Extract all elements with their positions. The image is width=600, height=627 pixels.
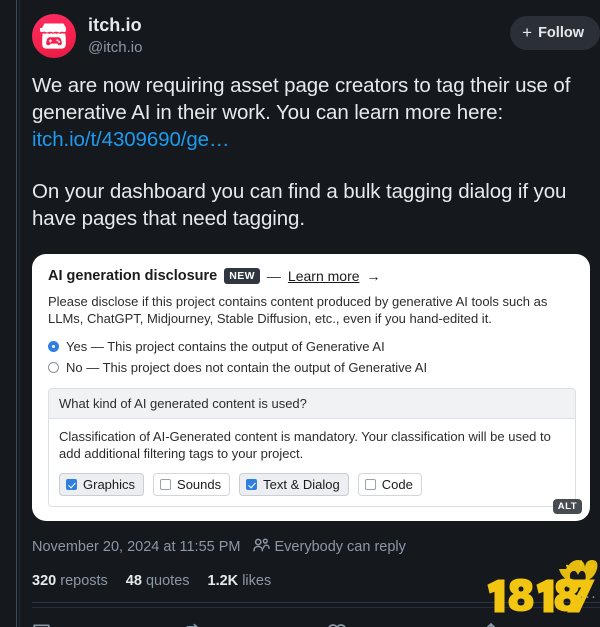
reply-scope[interactable]: Everybody can reply <box>252 538 406 556</box>
checkbox-sounds-icon[interactable] <box>160 479 172 490</box>
reposts-stat[interactable]: 320 reposts <box>32 573 108 589</box>
card-title: AI generation disclosure <box>48 268 218 284</box>
checkbox-sounds-label: Sounds <box>177 477 222 492</box>
radio-no-label: No — This project does not contain the o… <box>66 360 428 375</box>
checkbox-code-label: Code <box>381 477 413 492</box>
plus-icon: + <box>522 22 533 42</box>
ai-content-kind-checkbox-row: Graphics Sounds Text & Dialog Code <box>59 473 565 496</box>
repost-action[interactable]: 368 <box>182 623 327 627</box>
card-title-dash: — <box>266 268 281 284</box>
post-meta-row: November 20, 2024 at 11:55 PM Everybody … <box>32 538 600 556</box>
account-handle: @itch.io <box>88 39 143 56</box>
display-name: itch.io <box>88 15 142 35</box>
post-timestamp: November 20, 2024 at 11:55 PM <box>32 539 241 555</box>
comment-icon <box>32 623 51 627</box>
likes-stat[interactable]: 1.2K likes <box>208 573 272 589</box>
checkbox-text-dialog-icon[interactable] <box>246 479 258 490</box>
account-names: itch.io @itch.io <box>88 14 142 58</box>
reposts-count: 320 <box>32 573 57 589</box>
quotes-label: quotes <box>145 573 190 589</box>
radio-option-no[interactable]: No — This project does not contain the o… <box>46 360 574 375</box>
reply-action[interactable]: 49 <box>32 623 182 627</box>
quotes-count: 48 <box>125 573 142 589</box>
ai-content-kind-panel: What kind of AI generated content is use… <box>48 388 576 507</box>
engagement-stats-row: 320 reposts 48 quotes 1.2K likes <box>32 573 600 589</box>
learn-more-link[interactable]: Learn more <box>288 268 360 284</box>
post-paragraph-2: On your dashboard you can find a bulk ta… <box>32 180 567 230</box>
post-paragraph-1-text: We are now requiring asset page creators… <box>32 74 571 124</box>
embedded-image-card[interactable]: AI generation disclosure NEW — Learn mor… <box>32 254 590 521</box>
follow-button[interactable]: + Follow <box>510 16 600 50</box>
radio-yes-icon[interactable] <box>48 341 59 352</box>
post-paragraph-1: We are now requiring asset page creators… <box>32 72 600 153</box>
checkbox-code-icon[interactable] <box>364 479 376 490</box>
divider-bottom <box>32 607 600 608</box>
radio-option-yes[interactable]: Yes — This project contains the output o… <box>46 339 574 354</box>
divider-top <box>32 602 600 603</box>
left-guide-line-secondary <box>19 0 20 627</box>
radio-no-icon[interactable] <box>48 362 59 373</box>
ai-content-kind-body: Classification of AI-Generated content i… <box>49 419 575 506</box>
follow-button-label: Follow <box>538 25 584 41</box>
checkbox-graphics[interactable]: Graphics <box>59 473 145 496</box>
likes-label: likes <box>242 573 272 589</box>
checkbox-text-dialog[interactable]: Text & Dialog <box>239 473 349 496</box>
checkbox-graphics-label: Graphics <box>83 477 136 492</box>
quotes-stat[interactable]: 48 quotes <box>126 573 190 589</box>
post-link[interactable]: itch.io/t/4309690/ge… <box>32 128 229 151</box>
people-icon <box>252 538 270 556</box>
likes-count: 1.2K <box>207 573 239 589</box>
alt-badge[interactable]: ALT <box>552 499 582 514</box>
arrow-right-icon: → <box>366 268 381 284</box>
card-description: Please disclose if this project contains… <box>48 294 548 326</box>
ai-content-kind-description: Classification of AI-Generated content i… <box>59 429 551 461</box>
share-icon <box>481 622 501 627</box>
share-action[interactable] <box>481 622 501 627</box>
post-container: itch.io @itch.io + Follow We are now req… <box>32 0 600 627</box>
reposts-label: reposts <box>60 573 108 589</box>
left-guide-line <box>16 0 17 627</box>
ai-content-kind-header: What kind of AI generated content is use… <box>49 389 575 419</box>
checkbox-graphics-icon[interactable] <box>66 479 77 490</box>
card-title-row: AI generation disclosure NEW — Learn mor… <box>46 268 574 284</box>
heart-icon <box>327 623 347 627</box>
post-header: itch.io @itch.io + Follow <box>32 0 600 58</box>
like-action[interactable]: 1.2K <box>327 623 477 627</box>
checkbox-sounds[interactable]: Sounds <box>153 473 231 496</box>
checkbox-text-dialog-label: Text & Dialog <box>263 477 340 492</box>
checkbox-code[interactable]: Code <box>357 473 422 496</box>
radio-yes-label: Yes — This project contains the output o… <box>66 339 385 354</box>
retweet-icon <box>182 623 202 627</box>
reply-scope-label: Everybody can reply <box>274 539 406 555</box>
action-bar: 49 368 1.2K <box>32 622 600 627</box>
post-screenshot: itch.io @itch.io + Follow We are now req… <box>0 0 600 627</box>
itchio-logo-icon[interactable] <box>32 14 76 58</box>
new-badge: NEW <box>224 268 260 284</box>
